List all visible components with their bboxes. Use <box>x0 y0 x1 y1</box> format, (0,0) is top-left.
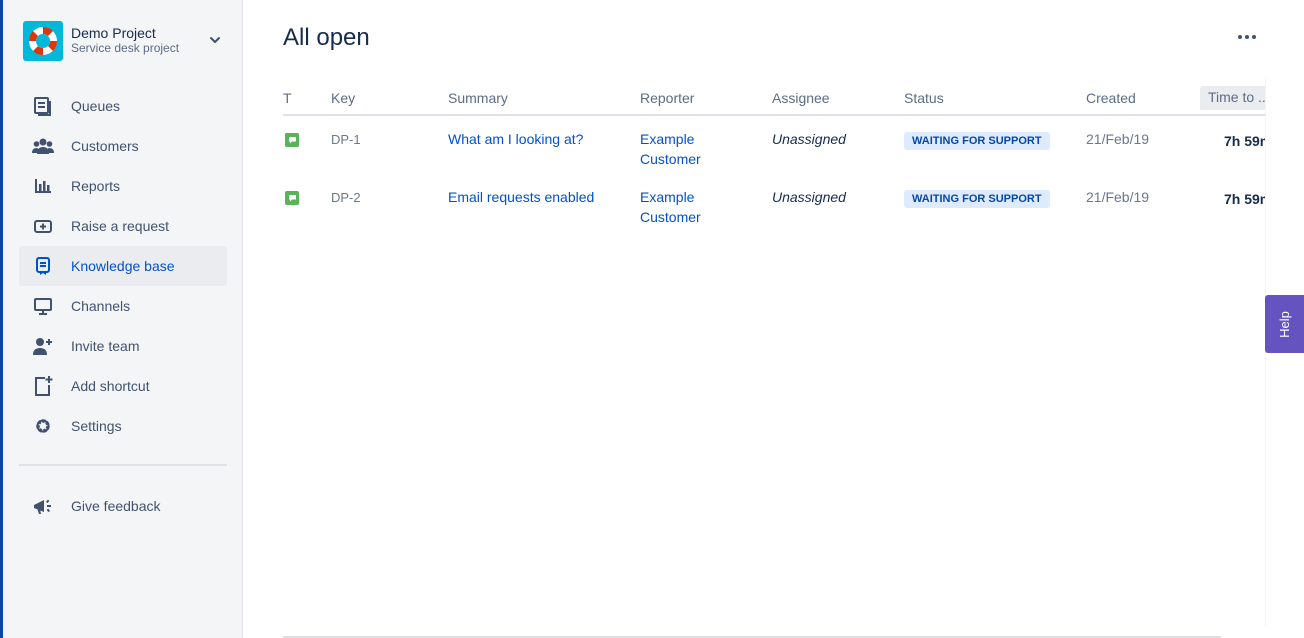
customers-icon <box>31 134 55 158</box>
reporter-link[interactable]: Example Customer <box>640 129 720 169</box>
column-header-status[interactable]: Status <box>904 90 944 106</box>
give-feedback-button[interactable]: Give feedback <box>19 486 227 526</box>
more-actions-icon[interactable] <box>1232 28 1262 46</box>
help-label: Help <box>1277 310 1292 338</box>
sla-time: 7h 59m <box>1224 133 1265 149</box>
sidebar-item-customers[interactable]: Customers <box>19 126 227 166</box>
request-type-icon <box>285 133 299 147</box>
column-header-key[interactable]: Key <box>331 90 355 106</box>
sidebar-item-queues[interactable]: Queues <box>19 86 227 126</box>
sidebar-item-label: Queues <box>71 98 121 114</box>
project-avatar <box>23 21 63 61</box>
reports-icon <box>31 174 55 198</box>
issue-summary-link[interactable]: Email requests enabled <box>448 187 594 207</box>
megaphone-icon <box>31 494 55 518</box>
settings-icon <box>31 414 55 438</box>
sidebar-item-label: Invite team <box>71 338 140 354</box>
table-row[interactable]: DP-1 What am I looking at? Example Custo… <box>283 128 1265 186</box>
sidebar: Demo Project Service desk project Queues… <box>3 0 243 638</box>
created-date: 21/Feb/19 <box>1086 131 1150 147</box>
sidebar-nav: Queues Customers Reports Raise a request… <box>19 86 227 446</box>
status-badge: WAITING FOR SUPPORT <box>904 190 1050 208</box>
sidebar-item-knowledge-base[interactable]: Knowledge base <box>19 246 227 286</box>
issue-key[interactable]: DP-2 <box>331 188 361 208</box>
add-shortcut-icon <box>31 374 55 398</box>
issue-key[interactable]: DP-1 <box>331 130 361 150</box>
reporter-second-line: Customer <box>640 209 701 225</box>
sidebar-item-settings[interactable]: Settings <box>19 406 227 446</box>
sidebar-item-raise-request[interactable]: Raise a request <box>19 206 227 246</box>
knowledge-base-icon <box>31 254 55 278</box>
sidebar-item-label: Add shortcut <box>71 378 150 394</box>
queue-table: T Key Summary Reporter Assignee Status C… <box>283 76 1265 636</box>
sidebar-item-channels[interactable]: Channels <box>19 286 227 326</box>
reporter-link[interactable]: Example Customer <box>640 187 720 227</box>
reporter-second-line: Customer <box>640 151 701 167</box>
project-name: Demo Project <box>71 25 156 41</box>
give-feedback-label: Give feedback <box>71 498 161 514</box>
sidebar-item-label: Raise a request <box>71 218 170 234</box>
reporter-first-line: Example <box>640 131 695 147</box>
raise-request-icon <box>31 214 55 238</box>
column-header-created[interactable]: Created <box>1086 90 1136 106</box>
status-cell: WAITING FOR SUPPORT <box>904 187 1050 208</box>
lifebuoy-icon <box>28 26 58 56</box>
sidebar-item-label: Reports <box>71 178 121 194</box>
project-type: Service desk project <box>71 41 180 55</box>
sidebar-item-reports[interactable]: Reports <box>19 166 227 206</box>
request-type-icon <box>285 191 299 205</box>
assignee: Unassigned <box>772 131 846 147</box>
channels-icon <box>31 294 55 318</box>
sidebar-item-label: Knowledge base <box>71 258 175 274</box>
sidebar-item-label: Settings <box>71 418 122 434</box>
column-header-assignee[interactable]: Assignee <box>772 90 830 106</box>
column-header-time-to[interactable]: Time to .. <box>1200 86 1265 110</box>
sidebar-item-label: Customers <box>71 138 139 154</box>
issue-summary-link[interactable]: What am I looking at? <box>448 129 583 149</box>
column-header-type[interactable]: T <box>283 90 292 106</box>
chevron-down-icon[interactable] <box>207 32 223 48</box>
status-cell: WAITING FOR SUPPORT <box>904 129 1050 150</box>
reporter-first-line: Example <box>640 189 695 205</box>
column-header-reporter[interactable]: Reporter <box>640 90 694 106</box>
table-row[interactable]: DP-2 Email requests enabled Example Cust… <box>283 186 1265 244</box>
help-button[interactable]: Help <box>1265 295 1304 353</box>
sidebar-item-add-shortcut[interactable]: Add shortcut <box>19 366 227 406</box>
sidebar-divider <box>19 464 227 466</box>
sla-time: 7h 59m <box>1224 191 1265 207</box>
status-badge: WAITING FOR SUPPORT <box>904 132 1050 150</box>
column-header-summary[interactable]: Summary <box>448 90 508 106</box>
created-date: 21/Feb/19 <box>1086 189 1150 205</box>
table-header: T Key Summary Reporter Assignee Status C… <box>283 76 1265 116</box>
invite-team-icon <box>31 334 55 358</box>
project-switcher[interactable]: Demo Project Service desk project <box>23 20 223 62</box>
sidebar-item-invite-team[interactable]: Invite team <box>19 326 227 366</box>
assignee: Unassigned <box>772 189 846 205</box>
page-title: All open <box>283 24 370 51</box>
queues-icon <box>31 94 55 118</box>
sidebar-item-label: Channels <box>71 298 131 314</box>
